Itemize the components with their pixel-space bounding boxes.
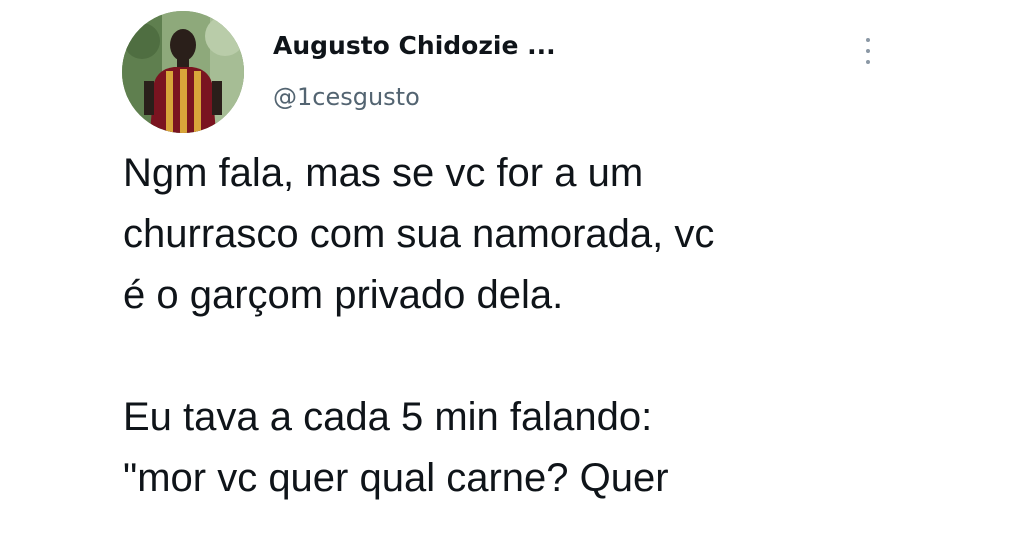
author-info: Augusto Chidozie ... @1cesgusto: [273, 30, 556, 112]
more-options-button[interactable]: [850, 36, 886, 66]
more-vertical-icon-dot-middle: [866, 49, 870, 53]
tweet-text-line: Ngm fala, mas se vc for a um: [123, 151, 644, 195]
author-avatar[interactable]: [122, 11, 244, 133]
author-handle[interactable]: @1cesgusto: [273, 82, 556, 112]
tweet-text-line: Eu tava a cada 5 min falando:: [123, 395, 653, 439]
tweet-text-line: é o garçom privado dela.: [123, 273, 564, 317]
tweet-text-line: churrasco com sua namorada, vc: [123, 212, 715, 256]
tweet-text-blank-line: [123, 326, 983, 387]
tweet-card: Augusto Chidozie ... @1cesgusto Ngm fala…: [0, 0, 1024, 538]
avatar-photo: [122, 11, 244, 133]
author-display-name[interactable]: Augusto Chidozie ...: [273, 30, 556, 62]
tweet-text: Ngm fala, mas se vc for a um churrasco c…: [123, 143, 983, 509]
tweet-text-line: "mor vc quer qual carne? Quer: [123, 456, 669, 500]
more-vertical-icon-dot-top: [866, 38, 870, 42]
more-vertical-icon-dot-bottom: [866, 60, 870, 64]
